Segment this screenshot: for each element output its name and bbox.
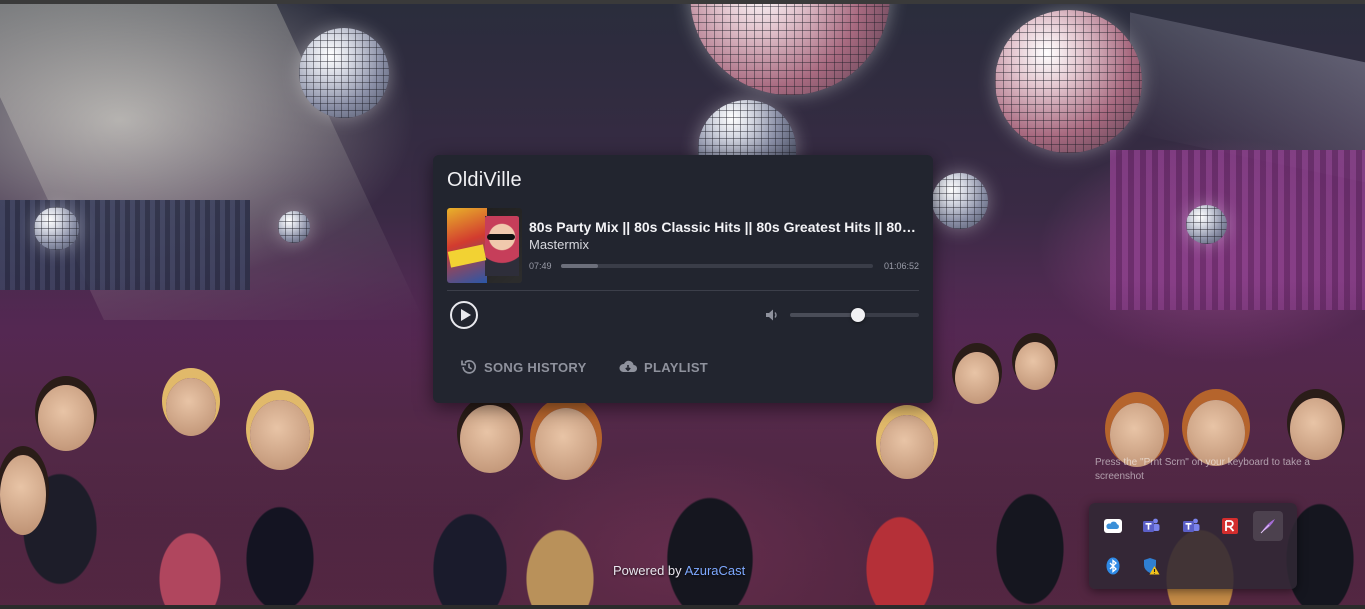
onedrive-icon[interactable] [1098, 511, 1128, 541]
cloud-download-icon [619, 360, 638, 373]
volume-icon[interactable] [764, 307, 780, 323]
dancer [250, 400, 310, 470]
disco-ball [1186, 205, 1227, 244]
play-button[interactable] [450, 301, 478, 329]
volume-fill [790, 313, 859, 317]
tab-song-history[interactable]: SONG HISTORY [460, 357, 587, 377]
stage-curtain [0, 200, 250, 290]
disco-ball [995, 10, 1142, 153]
album-art [447, 208, 522, 283]
history-icon [461, 360, 477, 374]
dancer [38, 385, 94, 451]
disco-ball [278, 211, 310, 243]
teams-icon[interactable] [1136, 511, 1166, 541]
divider [447, 290, 919, 291]
security-warning-icon[interactable] [1136, 551, 1166, 581]
time-total: 01:06:52 [883, 261, 919, 271]
dancer [535, 408, 597, 480]
feather-pen-icon[interactable] [1253, 511, 1283, 541]
dancer [166, 378, 216, 436]
volume-slider[interactable] [790, 308, 919, 322]
disco-ball [932, 173, 988, 229]
dancer [0, 455, 46, 535]
teams-icon[interactable] [1176, 511, 1206, 541]
screenshot-hint: Press the "Prnt Scrn" on your keyboard t… [1095, 456, 1363, 484]
disco-ball [698, 100, 796, 160]
screenshot-hint-line: screenshot [1095, 471, 1144, 482]
window-edge [0, 605, 1365, 609]
tab-playlist[interactable]: PLAYLIST [618, 357, 708, 377]
dancer [1290, 398, 1342, 460]
station-name: OldiVille [447, 169, 522, 191]
time-elapsed: 07:49 [529, 261, 552, 271]
play-icon [461, 309, 471, 321]
powered-by: Powered by AzuraCast [613, 563, 745, 578]
bluetooth-icon[interactable] [1098, 551, 1128, 581]
disco-ball [34, 207, 79, 250]
powered-by-text: Powered by [613, 563, 682, 578]
progress-fill [561, 264, 598, 268]
system-tray-overflow [1089, 503, 1297, 589]
disco-ball [299, 28, 389, 118]
dancer [955, 352, 999, 404]
progress-bar [561, 264, 873, 268]
pdf-reader-icon[interactable] [1215, 511, 1245, 541]
dancer [460, 405, 520, 473]
volume-slider-thumb[interactable] [851, 308, 866, 322]
dancer [1015, 342, 1055, 390]
song-title: 80s Party Mix || 80s Classic Hits || 80s… [529, 219, 919, 235]
tab-song-history-label: SONG HISTORY [484, 359, 587, 375]
song-artist: Mastermix [529, 237, 589, 252]
dancer [880, 415, 934, 479]
screenshot-hint-line: Press the "Prnt Scrn" on your keyboard t… [1095, 457, 1310, 468]
tab-playlist-label: PLAYLIST [644, 359, 709, 375]
disco-ball [690, 0, 890, 95]
radio-player: OldiVille 80s Party Mix || 80s Classic H… [433, 155, 933, 403]
window-edge [0, 0, 1365, 4]
azuracast-link[interactable]: AzuraCast [685, 563, 746, 578]
